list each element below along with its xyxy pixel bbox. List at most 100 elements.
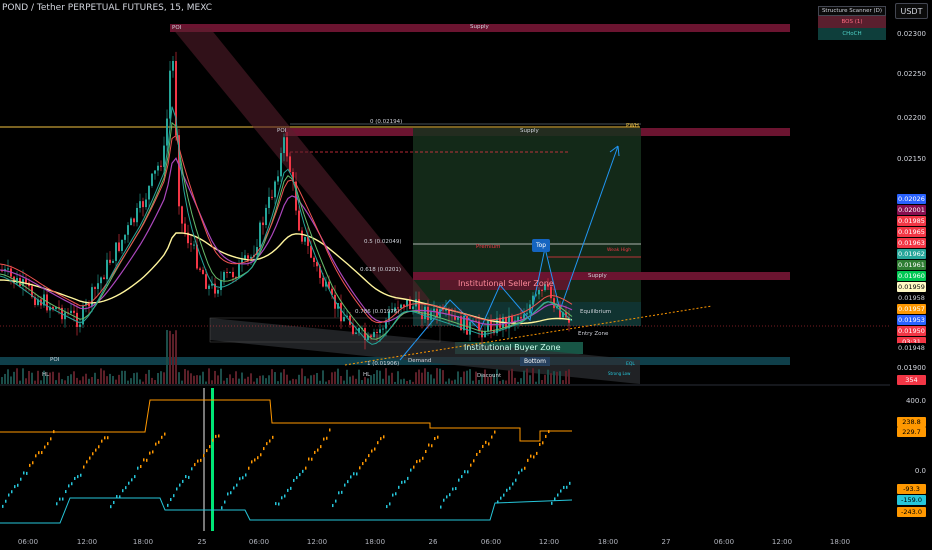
osc-dot bbox=[392, 493, 394, 497]
candle-body bbox=[232, 271, 234, 278]
volume-bar bbox=[274, 372, 276, 384]
osc-dot bbox=[92, 452, 94, 456]
osc-dot bbox=[293, 478, 295, 482]
volume-bar bbox=[289, 380, 291, 384]
volume-bar bbox=[103, 370, 105, 384]
volume-bar bbox=[424, 368, 426, 384]
candle-body bbox=[535, 294, 537, 296]
time-tick: 18:00 bbox=[829, 538, 851, 546]
volume-bar bbox=[283, 369, 285, 384]
osc-dot bbox=[26, 471, 28, 475]
volume-bar bbox=[25, 378, 27, 384]
volume-bar bbox=[178, 372, 180, 384]
osc-dot bbox=[530, 454, 532, 458]
osc-dot bbox=[560, 489, 562, 493]
osc-dot bbox=[245, 473, 247, 477]
osc-dot bbox=[497, 500, 499, 504]
osc-dot bbox=[23, 471, 25, 475]
volume-bar bbox=[415, 372, 417, 384]
time-tick: 12:00 bbox=[538, 538, 560, 546]
candle-body bbox=[298, 210, 300, 231]
volume-bar bbox=[514, 377, 516, 384]
candle-body bbox=[382, 328, 384, 330]
volume-bar bbox=[208, 368, 210, 384]
volume-bar bbox=[34, 380, 36, 384]
osc-dot bbox=[488, 442, 490, 446]
osc-dot bbox=[413, 465, 415, 469]
volume-bar bbox=[448, 378, 450, 384]
chart-canvas[interactable] bbox=[0, 0, 932, 550]
volume-bar bbox=[52, 371, 54, 384]
volume-bar bbox=[265, 378, 267, 384]
volume-bar bbox=[400, 379, 402, 384]
volume-bar bbox=[151, 377, 153, 384]
time-tick: 12:00 bbox=[771, 538, 793, 546]
osc-dot bbox=[95, 448, 97, 452]
price-tick-4: 0.02150 bbox=[897, 155, 926, 163]
osc-dot bbox=[230, 491, 232, 495]
osc-dot bbox=[329, 428, 331, 432]
price-label: 0.01963 bbox=[897, 238, 926, 248]
osc-dot bbox=[398, 485, 400, 489]
volume-bar bbox=[286, 374, 288, 384]
osc-dot bbox=[98, 445, 100, 449]
volume-bar bbox=[163, 372, 165, 384]
volume-bar bbox=[463, 371, 465, 384]
osc-dot bbox=[284, 494, 286, 498]
price-tick-1: 0.02300 bbox=[897, 30, 926, 38]
volume-bar bbox=[235, 371, 237, 384]
osc-dot bbox=[227, 492, 229, 496]
osc-dot bbox=[527, 458, 529, 462]
osc-label: -159.0 bbox=[897, 495, 926, 505]
price-label: 0.02001 bbox=[897, 205, 926, 215]
osc-dot bbox=[11, 490, 13, 494]
osc-dot bbox=[131, 478, 133, 482]
osc-dot bbox=[353, 472, 355, 476]
osc-dot bbox=[74, 476, 76, 480]
scanner-choch: CHoCH bbox=[818, 28, 886, 40]
buyer-zone-label: Institutional Buyer Zone bbox=[464, 343, 561, 352]
osc-dot bbox=[335, 499, 337, 503]
osc-dot bbox=[539, 442, 541, 446]
osc-dot bbox=[188, 475, 190, 479]
candle-body bbox=[274, 181, 276, 198]
top-tag: Top bbox=[535, 242, 547, 249]
osc-dot bbox=[104, 436, 106, 440]
osc-dot bbox=[479, 449, 481, 453]
volume-bar bbox=[196, 375, 198, 384]
volume-bar bbox=[160, 371, 162, 384]
osc-upper-line bbox=[0, 399, 572, 442]
volume-bar bbox=[4, 373, 6, 384]
candle-body bbox=[79, 324, 81, 327]
volume-bar bbox=[220, 368, 222, 384]
volume-bar bbox=[82, 376, 84, 384]
volume-bar bbox=[523, 370, 525, 384]
osc-dot bbox=[2, 504, 4, 508]
price-label: 0.01953 bbox=[897, 315, 926, 325]
osc-dot bbox=[242, 476, 244, 480]
volume-bar bbox=[292, 378, 294, 384]
volume-bar bbox=[508, 370, 510, 384]
volume-bar bbox=[298, 374, 300, 384]
volume-bar bbox=[109, 373, 111, 384]
volume-bar bbox=[88, 378, 90, 384]
candle-body bbox=[133, 218, 135, 223]
candle-body bbox=[247, 255, 249, 259]
osc-dot bbox=[344, 483, 346, 487]
descending-channel-1 bbox=[172, 28, 430, 300]
osc-dot bbox=[113, 500, 115, 504]
volume-bar bbox=[301, 368, 303, 384]
candle-body bbox=[340, 303, 342, 322]
time-tick: 06:00 bbox=[713, 538, 735, 546]
candle-body bbox=[172, 60, 174, 71]
osc-dot bbox=[125, 486, 127, 490]
osc-dot bbox=[437, 435, 439, 439]
volume-bar bbox=[535, 381, 537, 384]
osc-dot bbox=[191, 467, 193, 471]
osc-dot bbox=[464, 470, 466, 474]
currency-button[interactable]: USDT bbox=[895, 3, 928, 19]
volume-bar bbox=[343, 380, 345, 384]
candle-body bbox=[130, 218, 132, 226]
equilibrium-label: Equilibrium bbox=[580, 309, 612, 315]
osc-dot bbox=[359, 466, 361, 470]
